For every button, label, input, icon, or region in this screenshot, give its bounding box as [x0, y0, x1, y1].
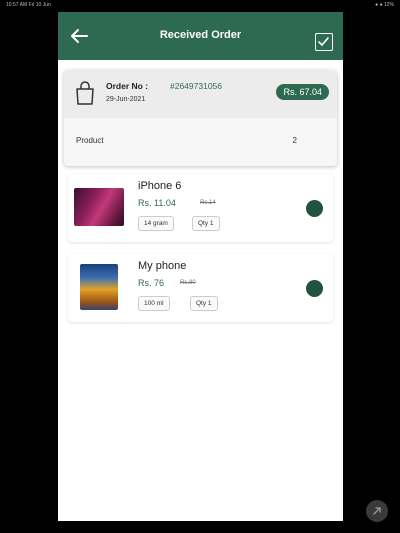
app-screen: Received Order Order No : #2649731056 29…	[58, 12, 343, 521]
item-weight-chip: 100 ml	[138, 296, 170, 311]
product-image	[74, 188, 124, 226]
item-status-dot[interactable]	[306, 200, 323, 217]
order-summary-card: Order No : #2649731056 29-Jun-2021 Rs. 6…	[64, 70, 337, 166]
shopping-bag-icon	[76, 81, 94, 105]
product-label: Product	[76, 136, 104, 145]
app-bar: Received Order	[58, 12, 343, 60]
page-title: Received Order	[159, 29, 242, 41]
status-bar: 10:57 AM Fri 10 Jun ● ● 12%	[0, 0, 400, 10]
item-qty-chip: Qty 1	[190, 296, 218, 311]
item-old-price: Rs.14	[200, 200, 216, 206]
item-price: Rs. 76	[138, 278, 165, 288]
checkbox-check-icon	[318, 37, 329, 46]
product-count: 2	[292, 136, 297, 145]
item-qty-chip: Qty 1	[192, 216, 220, 231]
product-image	[80, 264, 118, 310]
expand-icon	[373, 507, 381, 515]
order-header: Order No : #2649731056 29-Jun-2021 Rs. 6…	[64, 70, 337, 118]
order-number-label: Order No :	[106, 81, 149, 91]
item-status-dot[interactable]	[306, 280, 323, 297]
item-name: My phone	[138, 260, 187, 272]
order-number: #2649731056	[170, 81, 223, 91]
order-item[interactable]: iPhone 6 Rs. 11.04 Rs.14 14 gram Qty 1	[68, 174, 333, 242]
order-date: 29-Jun-2021	[106, 96, 146, 103]
order-item[interactable]: My phone Rs. 76 Rs.80 100 ml Qty 1	[68, 254, 333, 322]
confirm-button[interactable]	[315, 33, 333, 51]
item-old-price: Rs.80	[180, 280, 196, 286]
item-name: iPhone 6	[138, 180, 182, 192]
item-price: Rs. 11.04	[138, 198, 176, 208]
status-right: ● ● 12%	[375, 2, 394, 8]
floating-action-button[interactable]	[366, 500, 388, 522]
status-left: 10:57 AM Fri 10 Jun	[6, 2, 51, 8]
item-weight-chip: 14 gram	[138, 216, 174, 231]
order-total-badge: Rs. 67.04	[276, 84, 329, 100]
